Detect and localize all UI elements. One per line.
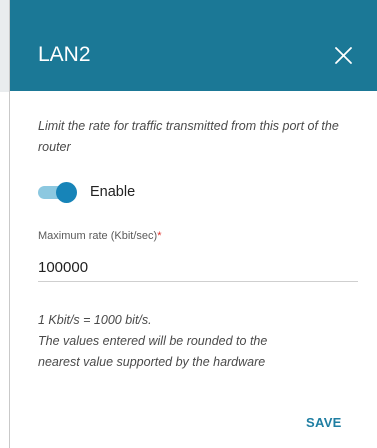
background-page-edge: [0, 0, 10, 448]
max-rate-label: Maximum rate (Kbit/sec)*: [38, 229, 161, 243]
dialog-description: Limit the rate for traffic transmitted f…: [38, 119, 339, 154]
required-asterisk: *: [157, 230, 162, 242]
enable-toggle[interactable]: [38, 181, 78, 203]
dialog-title: LAN2: [38, 43, 91, 66]
close-button[interactable]: [326, 38, 360, 72]
rate-note: 1 Kbit/s = 1000 bit/s. The values entere…: [38, 310, 358, 373]
dialog-header: LAN2: [10, 0, 377, 91]
enable-label: Enable: [90, 184, 136, 200]
lan-rate-dialog: LAN2 Limit the rate for traffic transmit…: [10, 0, 377, 448]
toggle-knob: [56, 182, 77, 203]
save-button[interactable]: SAVE: [306, 414, 342, 432]
note-line: The values entered will be rounded to th…: [38, 334, 268, 348]
note-line: 1 Kbit/s = 1000 bit/s.: [38, 313, 152, 327]
max-rate-input[interactable]: [38, 253, 358, 282]
note-line: nearest value supported by the hardware: [38, 355, 266, 369]
background-page-header-strip: [0, 0, 9, 92]
app-frame: LAN2 Limit the rate for traffic transmit…: [0, 0, 377, 448]
max-rate-label-text: Maximum rate (Kbit/sec): [38, 230, 158, 242]
close-icon: [335, 47, 352, 64]
